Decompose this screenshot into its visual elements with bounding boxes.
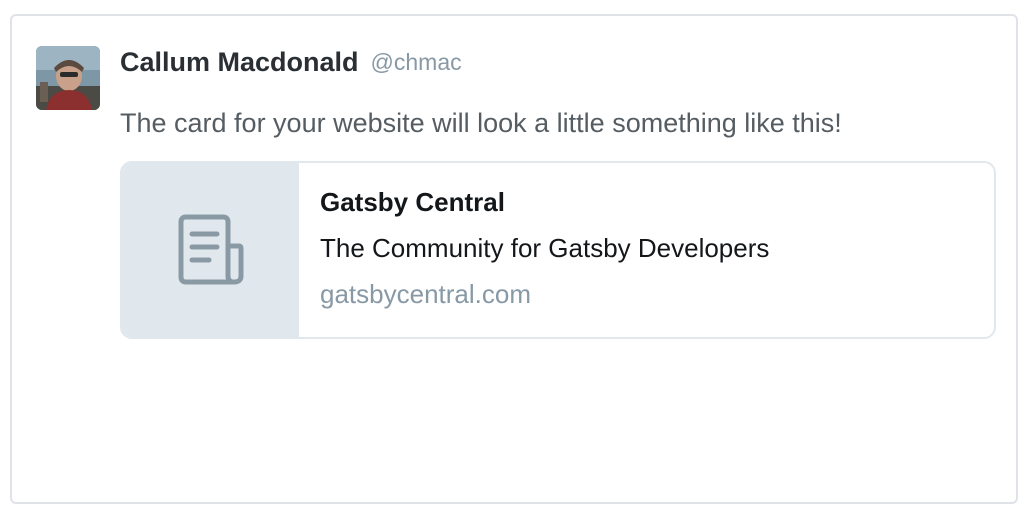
card-title: Gatsby Central xyxy=(320,187,505,217)
card-media xyxy=(122,163,299,337)
tweet-author: Callum Macdonald @chmac xyxy=(120,46,462,78)
document-icon xyxy=(178,214,243,285)
tweet-card-preview: Callum Macdonald @chmac The card for you… xyxy=(10,14,1018,504)
card-domain: gatsbycentral.com xyxy=(320,279,531,309)
card-body: Gatsby Central The Community for Gatsby … xyxy=(320,185,978,311)
author-handle[interactable]: @chmac xyxy=(371,49,462,76)
card-description: The Community for Gatsby Developers xyxy=(320,233,770,263)
tweet-text: The card for your website will look a li… xyxy=(120,108,842,138)
author-name[interactable]: Callum Macdonald xyxy=(120,47,359,78)
avatar[interactable] xyxy=(36,46,100,110)
link-card[interactable]: Gatsby Central The Community for Gatsby … xyxy=(120,161,996,339)
avatar-photo xyxy=(36,46,100,110)
